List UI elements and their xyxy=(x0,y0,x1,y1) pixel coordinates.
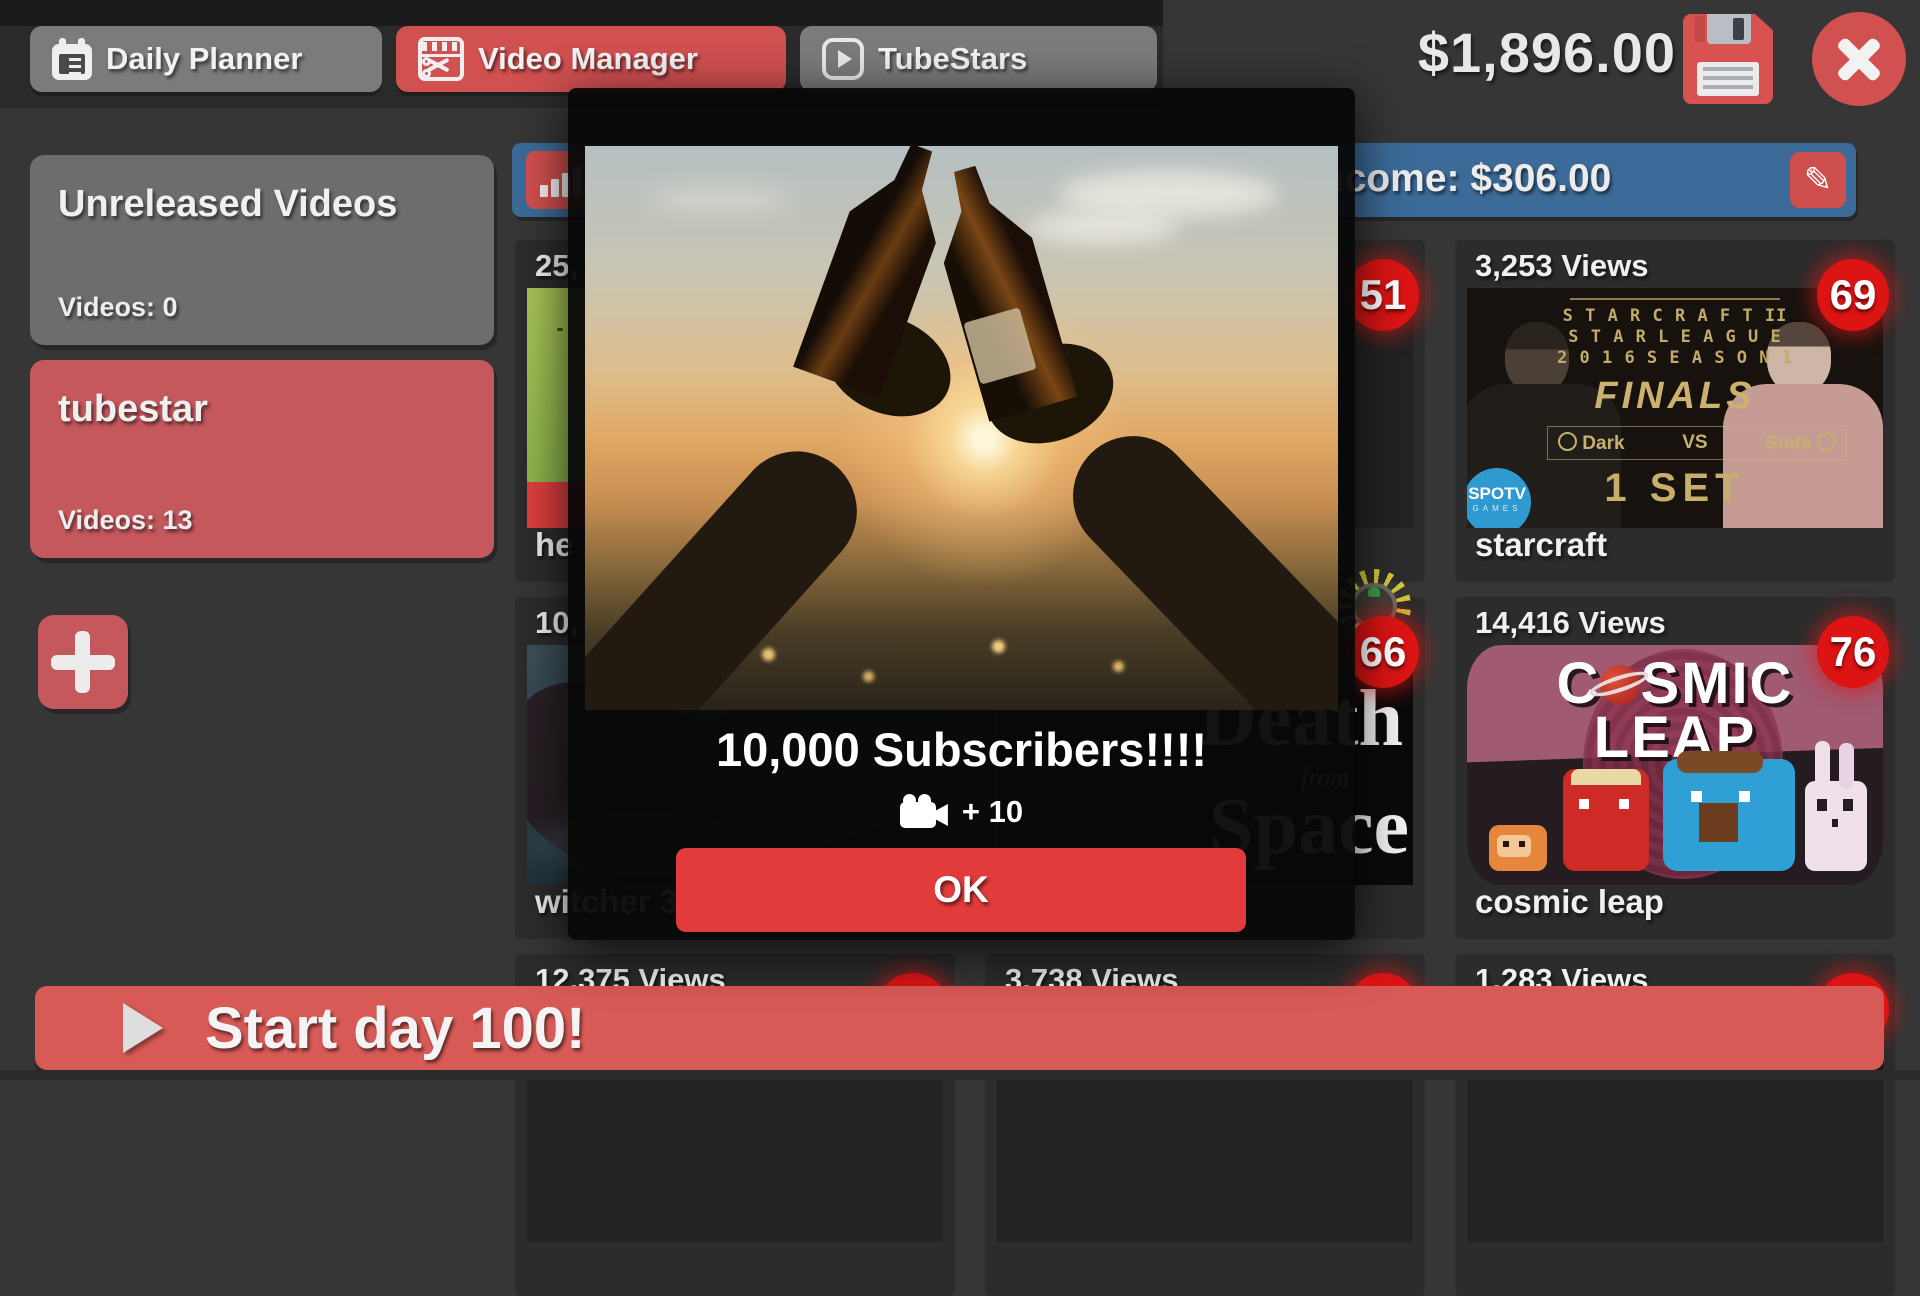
play-icon xyxy=(123,1003,163,1053)
unreleased-videos-count: Videos: 0 xyxy=(30,292,178,323)
modal-reward-row: + 10 xyxy=(568,794,1355,830)
tab-label: TubeStars xyxy=(878,41,1027,77)
tab-label: Daily Planner xyxy=(106,41,302,77)
channel-title: tubestar xyxy=(30,360,494,431)
film-scissors-icon xyxy=(418,37,464,81)
voxel-cat xyxy=(1489,825,1547,871)
edit-income-button[interactable]: ✎ xyxy=(1790,152,1846,208)
reward-amount: + 10 xyxy=(962,794,1023,830)
unreleased-videos-panel[interactable]: Unreleased Videos Videos: 0 xyxy=(30,155,494,345)
unreleased-videos-title: Unreleased Videos xyxy=(30,155,494,226)
save-button[interactable] xyxy=(1683,14,1773,104)
left-arm-silhouette xyxy=(585,427,882,710)
score-badge: 51 xyxy=(1347,259,1419,331)
pencil-icon: ✎ xyxy=(1804,160,1833,200)
video-views: 14,416 Views xyxy=(1475,605,1666,641)
video-views: 3,253 Views xyxy=(1475,248,1649,284)
channel-videos-count: Videos: 13 xyxy=(30,505,193,536)
video-card-starcraft[interactable]: 3,253 Views S T A R C R A F T II S T A R… xyxy=(1455,240,1895,582)
planet-icon xyxy=(1600,665,1640,705)
video-name: cosmic leap xyxy=(1475,883,1664,921)
right-arm-silhouette xyxy=(1048,411,1338,710)
tab-label: Video Manager xyxy=(478,41,698,77)
add-channel-button[interactable] xyxy=(38,615,128,709)
tab-bar-top-strip xyxy=(0,0,1163,26)
subscriber-milestone-modal: 10,000 Subscribers!!!! + 10 OK xyxy=(568,88,1355,940)
play-box-icon xyxy=(822,38,864,80)
start-day-label: Start day 100! xyxy=(205,995,585,1062)
ok-button[interactable]: OK xyxy=(676,848,1246,932)
bar-chart-icon xyxy=(540,185,548,197)
voxel-red-character xyxy=(1563,769,1649,871)
calendar-icon xyxy=(52,38,92,80)
tab-tubestars[interactable]: TubeStars xyxy=(800,26,1157,92)
money-balance: $1,896.00 xyxy=(1418,20,1676,85)
celebration-photo xyxy=(585,146,1338,710)
modal-title: 10,000 Subscribers!!!! xyxy=(568,722,1355,777)
channel-tubestar-panel[interactable]: tubestar Videos: 13 xyxy=(30,360,494,558)
voxel-rabbit xyxy=(1805,781,1867,871)
bottom-strip xyxy=(0,1070,1920,1080)
close-button[interactable] xyxy=(1812,12,1906,106)
video-camera-icon xyxy=(900,794,948,830)
video-thumbnail: S T A R C R A F T II S T A R L E A G U E… xyxy=(1467,288,1883,528)
score-badge: 69 xyxy=(1817,259,1889,331)
video-name: starcraft xyxy=(1475,526,1607,564)
video-card-cosmic-leap[interactable]: 14,416 Views CSMIC LEAP cosmic leap 76 xyxy=(1455,597,1895,939)
voxel-blue-character xyxy=(1663,759,1795,871)
score-badge: 76 xyxy=(1817,616,1889,688)
thumb-text: S T A R C R A F T II xyxy=(1547,306,1803,327)
income-text: income: $306.00 xyxy=(1310,157,1611,201)
tab-daily-planner[interactable]: Daily Planner xyxy=(30,26,382,92)
score-badge: 66 xyxy=(1347,616,1419,688)
start-day-button[interactable]: Start day 100! xyxy=(35,986,1884,1070)
tab-video-manager[interactable]: Video Manager xyxy=(396,26,786,92)
video-thumbnail: CSMIC LEAP xyxy=(1467,645,1883,885)
